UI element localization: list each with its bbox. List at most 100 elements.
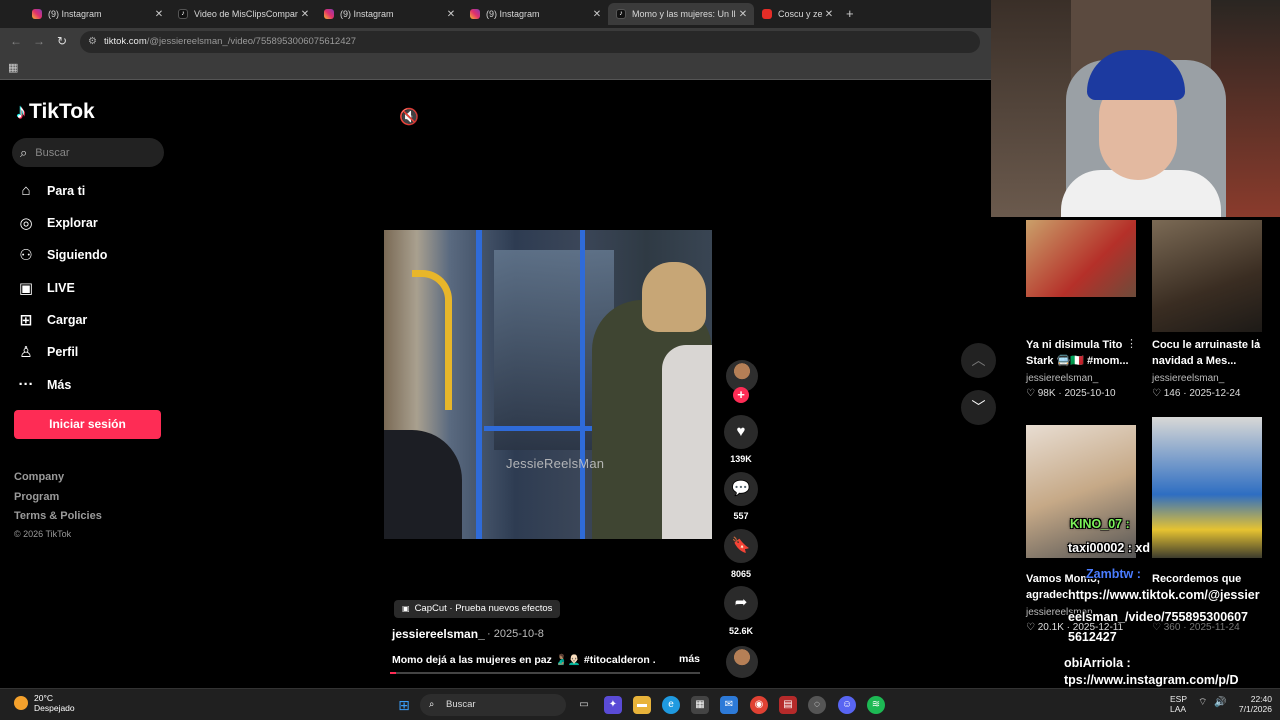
chat-line: https://www.tiktok.com/@jessier — [1068, 588, 1260, 602]
video-description: Momo dejá a las mujeres en paz 🫃🏽👨🏻‍🦲 #t… — [392, 654, 656, 666]
stream-chat-overflow: tps://www.instagram.com/p/D — [1064, 672, 1280, 688]
tiktok-logo[interactable]: ♪ TikTok — [16, 100, 95, 124]
youtube-icon — [762, 9, 772, 19]
webcam-overlay — [991, 0, 1280, 217]
footer-program-link[interactable]: Program — [14, 491, 59, 503]
language-indicator[interactable]: ESP LAA — [1170, 694, 1187, 714]
store-icon[interactable]: ▦ — [691, 696, 709, 714]
edge-icon[interactable]: e — [662, 696, 680, 714]
windows-taskbar: 20°C Despejado ⊞ ⌕ Buscar ▭ ✦ ▬ e ▦ ✉ ◉ ▤ … — [0, 688, 1280, 720]
tab-instagram-1[interactable]: (9) Instagram ✕ — [24, 3, 170, 25]
nav-siguiendo[interactable]: ⚇ Siguiendo — [16, 246, 176, 264]
tiktok-sidebar: ♪ TikTok ⌕ Buscar ⌂ Para ti ◎ Explorar ⚇ Sigu… — [0, 80, 180, 688]
following-icon: ⚇ — [19, 247, 33, 264]
capcut-badge[interactable]: ▣ CapCut · Prueba nuevos efectos — [394, 600, 561, 618]
video-progress-fill — [390, 672, 397, 674]
streamer-cap — [1087, 50, 1185, 100]
back-icon[interactable]: ← — [10, 34, 22, 48]
related-thumb-2[interactable] — [1152, 220, 1262, 332]
forward-icon[interactable]: → — [33, 34, 45, 48]
chevron-down-icon: ﹀ — [971, 399, 986, 415]
nav-mas[interactable]: ··· Más — [16, 376, 176, 393]
blue-pole — [580, 230, 585, 539]
related-thumb-1[interactable] — [1026, 220, 1136, 297]
next-video-button[interactable]: ﹀ — [961, 390, 996, 425]
share-icon: ➦ — [734, 594, 748, 611]
related-author-2[interactable]: jessiereelsman_ — [1152, 373, 1224, 384]
footer-company-link[interactable]: Company — [14, 471, 64, 483]
wifi-icon[interactable]: ⌔ — [1198, 698, 1207, 708]
search-icon: ⌕ — [20, 144, 28, 160]
stream-chat-overlay: KINO_07 : taxi00002 : xd Zambtw : https:… — [1064, 510, 1280, 688]
copilot-icon[interactable]: ✦ — [604, 696, 622, 714]
clock[interactable]: 22:40 7/1/2026 — [1232, 694, 1272, 714]
close-icon[interactable]: ✕ — [736, 9, 750, 20]
like-count: 139K — [730, 454, 752, 464]
video-author[interactable]: jessiereelsman_ — [392, 627, 485, 641]
footer-terms-link[interactable]: Terms & Policies — [14, 510, 102, 522]
close-icon[interactable]: ✕ — [822, 9, 836, 20]
chat-line: Zambtw : — [1086, 567, 1141, 581]
heart-outline-icon: ♡ — [1026, 388, 1038, 399]
chat-line: taxi00002 : xd — [1068, 541, 1150, 555]
new-tab-button[interactable]: + — [846, 6, 854, 21]
nav-para-ti[interactable]: ⌂ Para ti — [16, 182, 176, 199]
app-icon[interactable]: ◌ — [808, 696, 826, 714]
task-view-icon[interactable]: ▭ — [575, 696, 593, 714]
like-button[interactable]: ♥ — [724, 415, 758, 449]
tiktok-note-icon: ♪ — [16, 100, 26, 123]
chat-line: KINO_07 : — [1070, 517, 1130, 531]
tab-momo-active[interactable]: ♪Momo y las mujeres: Un llanto✕ — [608, 3, 754, 25]
discord-icon[interactable]: ☺ — [838, 696, 856, 714]
related-author-1[interactable]: jessiereelsman_ — [1026, 373, 1098, 384]
share-button[interactable]: ➦ — [724, 586, 758, 620]
tiktok-icon: ♪ — [178, 9, 188, 19]
mail-icon[interactable]: ✉ — [720, 696, 738, 714]
tab-coscu[interactable]: Coscu y zeko✕ — [754, 3, 840, 25]
save-button[interactable]: 🔖 — [724, 529, 758, 563]
nav-cargar[interactable]: ⊞ Cargar — [16, 311, 176, 329]
kebab-icon[interactable]: ⋮ — [1252, 337, 1263, 350]
chat-line: eelsman_/video/755895300607 — [1068, 610, 1248, 624]
previous-video-button[interactable]: ︿ — [961, 343, 996, 378]
taskbar-search[interactable]: ⌕ Buscar — [420, 694, 566, 716]
mute-icon[interactable]: 🔇 — [399, 107, 419, 127]
video-player[interactable]: JessieReelsMan — [384, 230, 712, 539]
search-icon: ⌕ — [429, 699, 435, 710]
chrome-icon[interactable]: ◉ — [750, 696, 768, 714]
close-icon[interactable]: ✕ — [590, 9, 604, 20]
windows-start-icon[interactable]: ⊞ — [395, 696, 413, 714]
instagram-icon — [470, 9, 480, 19]
nav-explorar[interactable]: ◎ Explorar — [16, 214, 176, 232]
nav-perfil[interactable]: ♙ Perfil — [16, 343, 176, 361]
live-icon: ▣ — [18, 280, 34, 297]
more-button[interactable]: más — [679, 653, 700, 665]
url-input[interactable]: ⚙ tiktok.com/@jessiereelsman_/video/7558… — [80, 31, 980, 53]
file-explorer-icon[interactable]: ▬ — [633, 696, 651, 714]
nav-live[interactable]: ▣ LIVE — [16, 279, 176, 297]
streaming-app-icon[interactable]: ▤ — [779, 696, 797, 714]
screen: (9) Instagram✕ ♪Video de MisClipsCompart… — [0, 0, 1280, 720]
close-icon[interactable]: ✕ — [152, 9, 166, 20]
spotify-icon[interactable]: ≋ — [867, 696, 885, 714]
volume-icon[interactable]: 🔊 — [1214, 698, 1226, 708]
close-icon[interactable]: ✕ — [298, 9, 312, 20]
comment-button[interactable]: 💬 — [724, 472, 758, 506]
music-disc[interactable] — [726, 646, 758, 678]
reload-icon[interactable]: ↻ — [57, 34, 67, 48]
tab-misclips[interactable]: ♪Video de MisClipsCompartidos✕ — [170, 3, 316, 25]
tab-instagram-3[interactable]: (9) Instagram ✕ — [462, 3, 608, 25]
search-input[interactable]: ⌕ Buscar — [12, 138, 164, 167]
related-meta-1: ♡ 98K · 2025-10-10 — [1026, 388, 1116, 399]
instagram-icon — [324, 9, 334, 19]
site-info-icon[interactable]: ⚙ — [88, 31, 97, 53]
instagram-icon — [32, 9, 42, 19]
follow-plus-icon[interactable]: + — [733, 387, 749, 403]
kebab-icon[interactable]: ⋮ — [1126, 337, 1137, 350]
close-icon[interactable]: ✕ — [444, 9, 458, 20]
login-button[interactable]: Iniciar sesión — [14, 410, 161, 439]
tab-instagram-2[interactable]: (9) Instagram ✕ — [316, 3, 462, 25]
video-progress[interactable] — [390, 672, 700, 674]
apps-grid-icon[interactable]: ▦ — [8, 61, 18, 74]
weather-widget[interactable]: 20°C Despejado — [14, 693, 75, 713]
